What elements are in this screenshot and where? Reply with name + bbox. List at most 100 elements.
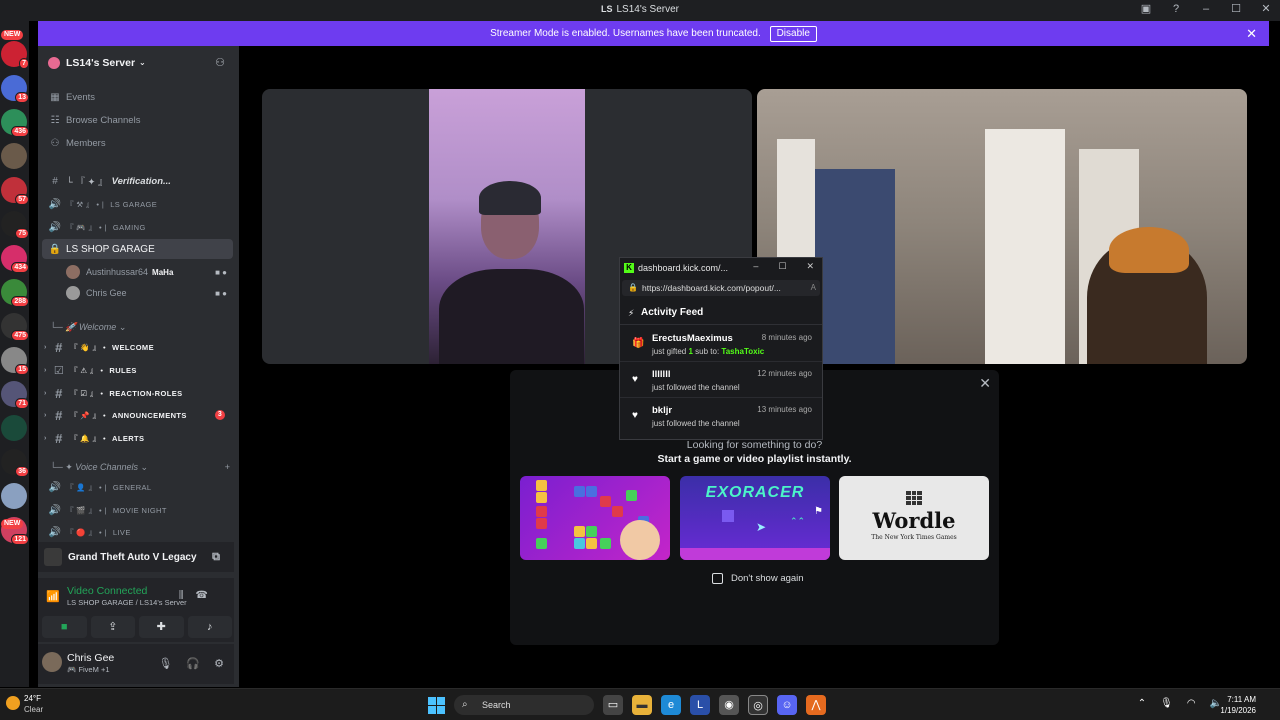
file-explorer-icon[interactable]: ▬ bbox=[632, 695, 652, 715]
server-icon[interactable] bbox=[1, 483, 27, 509]
start-button[interactable] bbox=[428, 696, 445, 714]
microphone-icon[interactable]: 🎙 bbox=[158, 657, 172, 670]
channel-live[interactable]: 🔊 『 🔴 』 • | LIVE bbox=[42, 522, 233, 542]
camera-feed bbox=[429, 89, 585, 364]
server-icon[interactable]: 71 bbox=[1, 381, 29, 409]
server-icon[interactable]: 288 bbox=[1, 279, 29, 307]
category-voice-channels[interactable]: └─ ✦ Voice Channels ⌄ + bbox=[50, 462, 230, 473]
app-icon[interactable]: ⋀ bbox=[806, 695, 826, 715]
nav-browse-channels[interactable]: ☷ Browse Channels bbox=[42, 110, 233, 130]
invite-icon[interactable]: ⚇ bbox=[215, 56, 225, 69]
launcher-l-icon[interactable]: L bbox=[690, 695, 710, 715]
activity-panel[interactable]: Grand Theft Auto V Legacy ⧉ bbox=[38, 542, 234, 572]
browse-icon: ☷ bbox=[50, 114, 60, 126]
channel-gaming[interactable]: 🔊 『 🎮 』 • | GAMING bbox=[42, 217, 233, 237]
channel-movie-night[interactable]: 🔊 『 🎬 』 • | MOVIE NIGHT bbox=[42, 500, 233, 520]
server-icon[interactable]: 75 bbox=[1, 211, 29, 239]
obs-icon[interactable]: ◉ bbox=[719, 695, 739, 715]
weather-icon bbox=[6, 696, 20, 710]
nav-events[interactable]: ▦ Events bbox=[42, 87, 233, 107]
minimize-button[interactable]: – bbox=[1198, 3, 1214, 15]
members-icon: ⚇ bbox=[50, 137, 60, 149]
task-view-icon[interactable]: ▭ bbox=[603, 695, 623, 715]
voice-status[interactable]: Video Connected bbox=[67, 585, 147, 597]
popout-url-bar[interactable]: 🔒 https://dashboard.kick.com/popout/... … bbox=[622, 280, 820, 296]
avatar bbox=[66, 286, 80, 300]
maximize-button[interactable]: ☐ bbox=[1228, 2, 1244, 15]
guild-header[interactable]: LS14's Server ⌄ ⚇ bbox=[38, 46, 239, 79]
help-icon[interactable]: ? bbox=[1168, 3, 1184, 15]
server-icon[interactable]: 7 bbox=[1, 41, 29, 69]
read-aloud-icon[interactable]: A bbox=[811, 280, 816, 296]
category-welcome[interactable]: └─ 🚀 Welcome ⌄ bbox=[50, 322, 126, 333]
streamer-mode-banner: Streamer Mode is enabled. Usernames have… bbox=[38, 21, 1269, 46]
server-icon[interactable] bbox=[1, 415, 27, 441]
channel-verification[interactable]: # └ 『 ✦ 』 Verification... bbox=[42, 171, 233, 191]
channel-general[interactable]: 🔊 『 👤 』 • | GENERAL bbox=[42, 477, 233, 497]
screen-share-button[interactable]: ⇪ bbox=[90, 616, 135, 638]
feed-entry[interactable]: ♥ bkljr 13 minutes ago just followed the… bbox=[620, 398, 822, 434]
popout-minimize-button[interactable]: – bbox=[753, 261, 758, 272]
server-icon[interactable]: 13 bbox=[1, 75, 29, 103]
guild-icon bbox=[48, 56, 60, 69]
channel-alerts[interactable]: › # 『 🔔 』 • ALERTS bbox=[42, 428, 233, 448]
channel-welcome[interactable]: › # 『 👋 』 • WELCOME bbox=[42, 337, 233, 357]
server-icon[interactable]: 436 bbox=[1, 109, 29, 137]
user-status: 🎮 FiveM +1 bbox=[67, 665, 110, 674]
channel-announcements[interactable]: › # 『 📌 』 • ANNOUNCEMENTS 3 bbox=[42, 405, 233, 425]
chevron-up-icon[interactable]: ⌃ bbox=[1138, 698, 1146, 709]
edge-browser-icon[interactable]: e bbox=[661, 695, 681, 715]
popout-maximize-button[interactable]: ☐ bbox=[778, 261, 786, 272]
server-icon[interactable] bbox=[1, 143, 27, 169]
modal-close-icon[interactable]: ✕ bbox=[979, 375, 991, 392]
banner-close-icon[interactable]: ✕ bbox=[1246, 21, 1257, 46]
soundboard-button[interactable]: ♪ bbox=[187, 616, 232, 638]
checkbox[interactable] bbox=[712, 573, 723, 584]
channel-reaction-roles[interactable]: › # 『 ☑ 』 • REACTION-ROLES bbox=[42, 383, 233, 403]
close-button[interactable]: ✕ bbox=[1258, 2, 1274, 15]
server-icon[interactable]: 57 bbox=[1, 177, 29, 205]
channel-ls-shop-garage[interactable]: 🔒 LS SHOP GARAGE bbox=[42, 239, 233, 259]
camera-button[interactable]: ■ bbox=[42, 616, 87, 638]
voice-user[interactable]: Chris Gee ■ ● bbox=[66, 283, 231, 303]
app-logo-icon: LS bbox=[600, 4, 613, 14]
popout-close-button[interactable]: ✕ bbox=[806, 261, 814, 272]
nav-members[interactable]: ⚇ Members bbox=[42, 133, 233, 153]
new-badge: NEW bbox=[1, 519, 24, 529]
hashtag-icon: # bbox=[55, 385, 63, 401]
add-channel-icon[interactable]: + bbox=[225, 462, 230, 472]
discord-icon[interactable]: ☺ bbox=[777, 695, 797, 715]
microphone-icon[interactable]: 🎙 bbox=[1160, 698, 1173, 709]
activities-button[interactable]: ✚ bbox=[139, 616, 184, 638]
avatar[interactable] bbox=[42, 652, 62, 672]
feed-entry[interactable]: 🎁 ErectusMaeximus 8 minutes ago just gif… bbox=[620, 326, 822, 362]
clock[interactable]: 7:11 AM 1/19/2026 bbox=[1220, 694, 1256, 716]
server-icon[interactable]: 475 bbox=[1, 313, 29, 341]
settings-gear-icon[interactable]: ⚙ bbox=[214, 657, 224, 670]
channel-rules[interactable]: › ☑ 『 ⚠ 』 • RULES bbox=[42, 360, 233, 380]
popout-title: dashboard.kick.com/... bbox=[638, 263, 729, 273]
game-tile-blocks[interactable] bbox=[520, 476, 670, 560]
app-icon[interactable]: ◎ bbox=[748, 695, 768, 715]
noise-suppression-icon[interactable]: ⫼ bbox=[179, 590, 196, 601]
server-icon[interactable]: 15 bbox=[1, 347, 29, 375]
game-tile-wordle[interactable]: Wordle The New York Times Games bbox=[839, 476, 989, 560]
feed-entry[interactable]: ♥ lllllll 12 minutes ago just followed t… bbox=[620, 362, 822, 398]
server-icon[interactable]: 36 bbox=[1, 449, 29, 477]
voice-user[interactable]: Austinhussar64 MaHa ■ ● bbox=[66, 262, 231, 282]
server-icon[interactable]: 434 bbox=[1, 245, 29, 273]
voice-location[interactable]: LS SHOP GARAGE / LS14's Server bbox=[67, 598, 187, 607]
game-tile-exoracer[interactable]: EXORACER ➤ ⌃⌃ ⚑ bbox=[680, 476, 830, 560]
user-name[interactable]: Chris Gee bbox=[67, 652, 114, 664]
screen-share-icon[interactable]: ⧉ bbox=[212, 551, 220, 564]
inbox-icon[interactable]: ▣ bbox=[1138, 2, 1154, 15]
disconnect-icon[interactable]: ☎ bbox=[196, 590, 220, 601]
taskbar-search[interactable]: ⌕ Search bbox=[454, 695, 594, 715]
channel-ls-garage[interactable]: 🔊 『 ⚒ 』 • | LS GARAGE bbox=[42, 194, 233, 214]
chevron-right-icon: › bbox=[44, 343, 47, 351]
video-tile[interactable] bbox=[757, 89, 1247, 364]
dont-show-again[interactable]: Don't show again bbox=[712, 573, 804, 584]
disable-button[interactable]: Disable bbox=[769, 26, 817, 42]
headphones-icon[interactable]: 🎧 bbox=[186, 657, 200, 670]
wifi-icon[interactable]: ◠ bbox=[1187, 698, 1196, 709]
